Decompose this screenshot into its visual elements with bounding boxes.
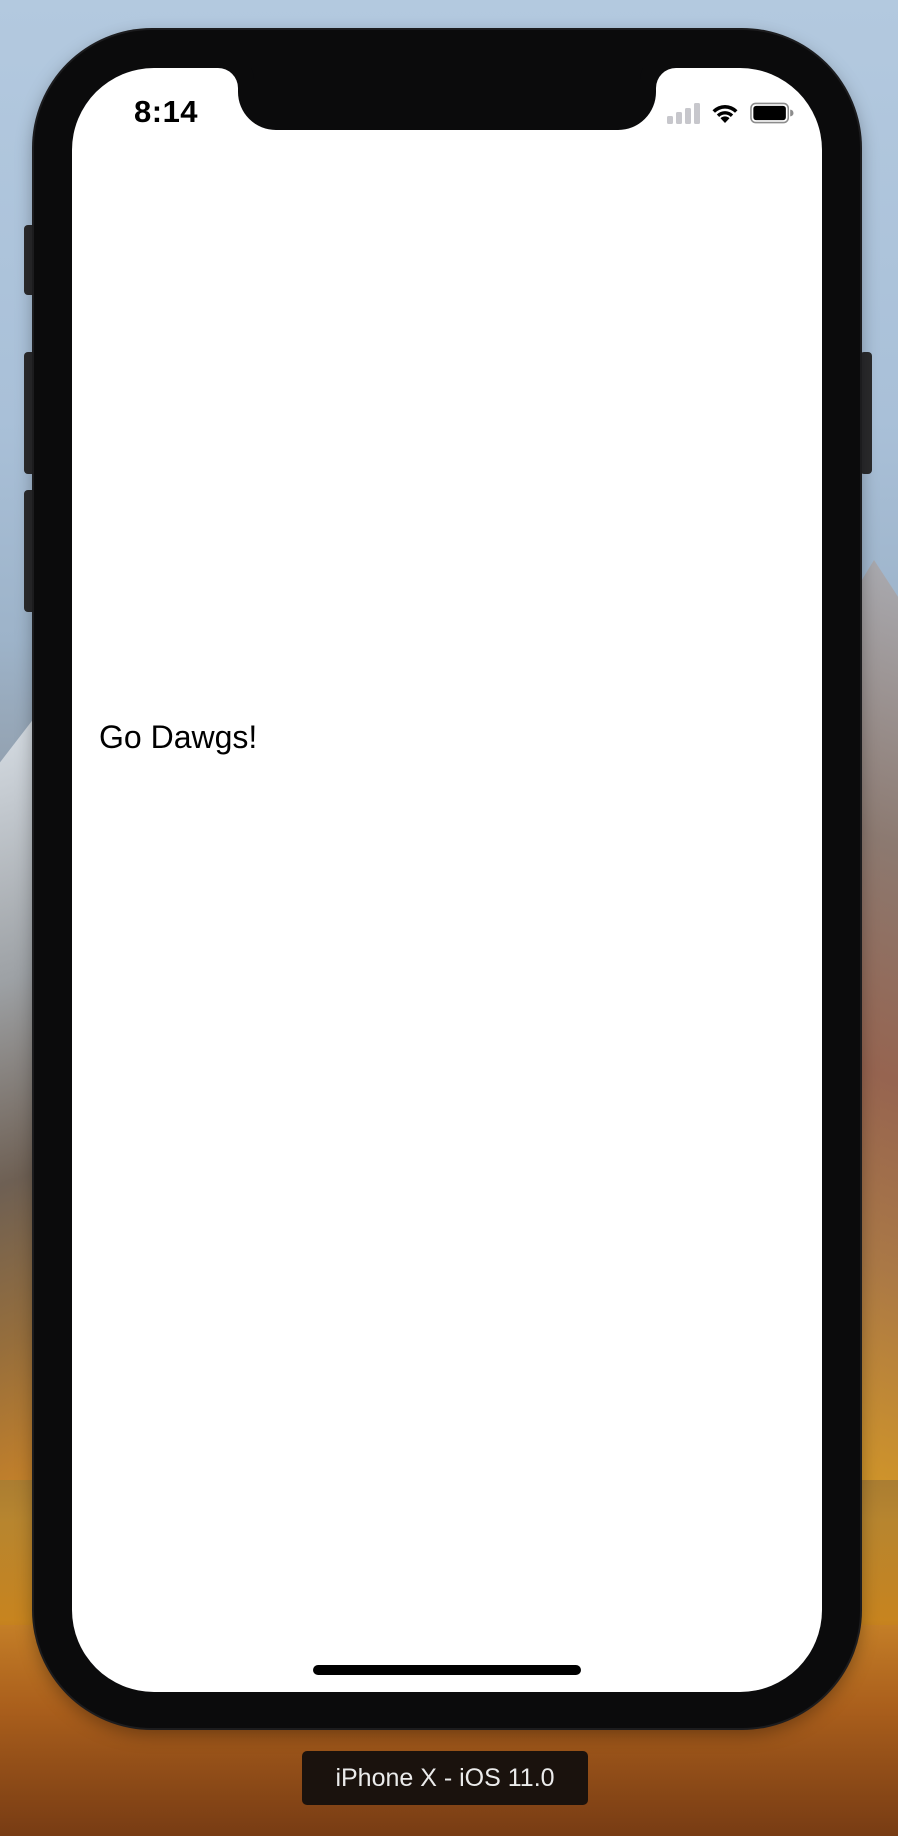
side-power-button[interactable]: [860, 352, 872, 474]
battery-icon: [750, 102, 794, 124]
device-screen[interactable]: 8:14 Go Dawgs!: [72, 68, 822, 1692]
go-dawgs-label: Go Dawgs!: [99, 719, 258, 755]
home-indicator[interactable]: [313, 1665, 581, 1675]
simulator-device-label: iPhone X - iOS 11.0: [302, 1751, 588, 1805]
cellular-signal-icon: [667, 102, 700, 124]
wifi-icon: [712, 104, 738, 123]
notch: [238, 68, 656, 130]
status-bar-icons: [667, 100, 794, 126]
status-bar-time: 8:14: [134, 94, 199, 129]
